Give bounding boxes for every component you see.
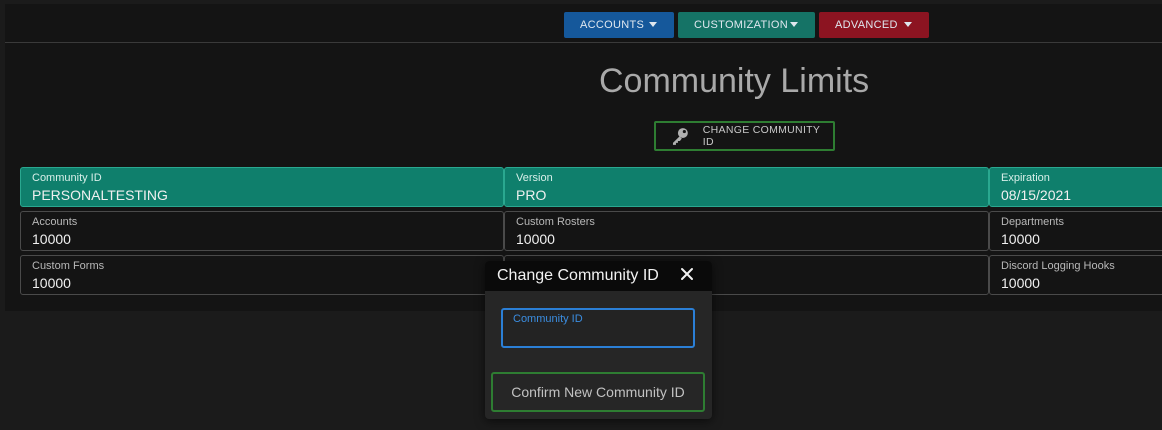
- caret-down-icon: [790, 22, 798, 27]
- cell-value: 10000: [32, 231, 71, 247]
- cell-value: PERSONALTESTING: [32, 187, 168, 203]
- key-icon: [672, 128, 688, 145]
- close-icon[interactable]: [680, 267, 694, 281]
- caret-down-icon: [904, 22, 912, 27]
- change-community-id-label: CHANGE COMMUNITY ID: [702, 124, 820, 148]
- community-id-cell: Community ID PERSONALTESTING: [20, 167, 504, 207]
- cell-label: Departments: [1001, 216, 1064, 228]
- departments-cell: Departments 10000: [989, 211, 1162, 251]
- cell-value: 10000: [32, 275, 71, 291]
- cell-value: PRO: [516, 187, 547, 203]
- customization-menu-button[interactable]: CUSTOMIZATION: [678, 12, 815, 38]
- page-title: Community Limits: [599, 62, 870, 100]
- cell-label: Version: [516, 172, 553, 184]
- expiration-cell: Expiration 08/15/2021: [989, 167, 1162, 207]
- community-id-field-label: Community ID: [513, 313, 583, 325]
- cell-value: 10000: [1001, 231, 1040, 247]
- caret-down-icon: [649, 22, 657, 27]
- cell-label: Discord Logging Hooks: [1001, 260, 1115, 272]
- cell-label: Community ID: [32, 172, 102, 184]
- cell-label: Expiration: [1001, 172, 1050, 184]
- custom-forms-cell: Custom Forms 10000: [20, 255, 504, 295]
- community-id-input[interactable]: [513, 327, 683, 345]
- cell-label: Custom Rosters: [516, 216, 595, 228]
- accounts-menu-button[interactable]: ACCOUNTS: [564, 12, 674, 38]
- change-community-id-button[interactable]: CHANGE COMMUNITY ID: [654, 121, 835, 151]
- accounts-cell: Accounts 10000: [20, 211, 504, 251]
- customization-menu-label: CUSTOMIZATION: [694, 19, 788, 31]
- version-cell: Version PRO: [504, 167, 989, 207]
- discord-logging-hooks-cell: Discord Logging Hooks 10000: [989, 255, 1162, 295]
- cell-label: Accounts: [32, 216, 78, 228]
- cell-value: 10000: [1001, 275, 1040, 291]
- community-id-field[interactable]: Community ID: [501, 308, 695, 348]
- cell-value: 08/15/2021: [1001, 187, 1072, 203]
- change-community-id-dialog: Change Community ID Community ID Confirm…: [485, 261, 712, 419]
- advanced-menu-button[interactable]: ADVANCED: [819, 12, 929, 38]
- dialog-header: Change Community ID: [485, 261, 712, 291]
- cell-label: Custom Forms: [32, 260, 105, 272]
- advanced-menu-label: ADVANCED: [835, 19, 898, 31]
- confirm-new-community-id-button[interactable]: Confirm New Community ID: [491, 372, 705, 412]
- custom-rosters-cell: Custom Rosters 10000: [504, 211, 989, 251]
- dialog-title: Change Community ID: [497, 267, 659, 284]
- cell-value: 10000: [516, 231, 555, 247]
- accounts-menu-label: ACCOUNTS: [580, 19, 645, 31]
